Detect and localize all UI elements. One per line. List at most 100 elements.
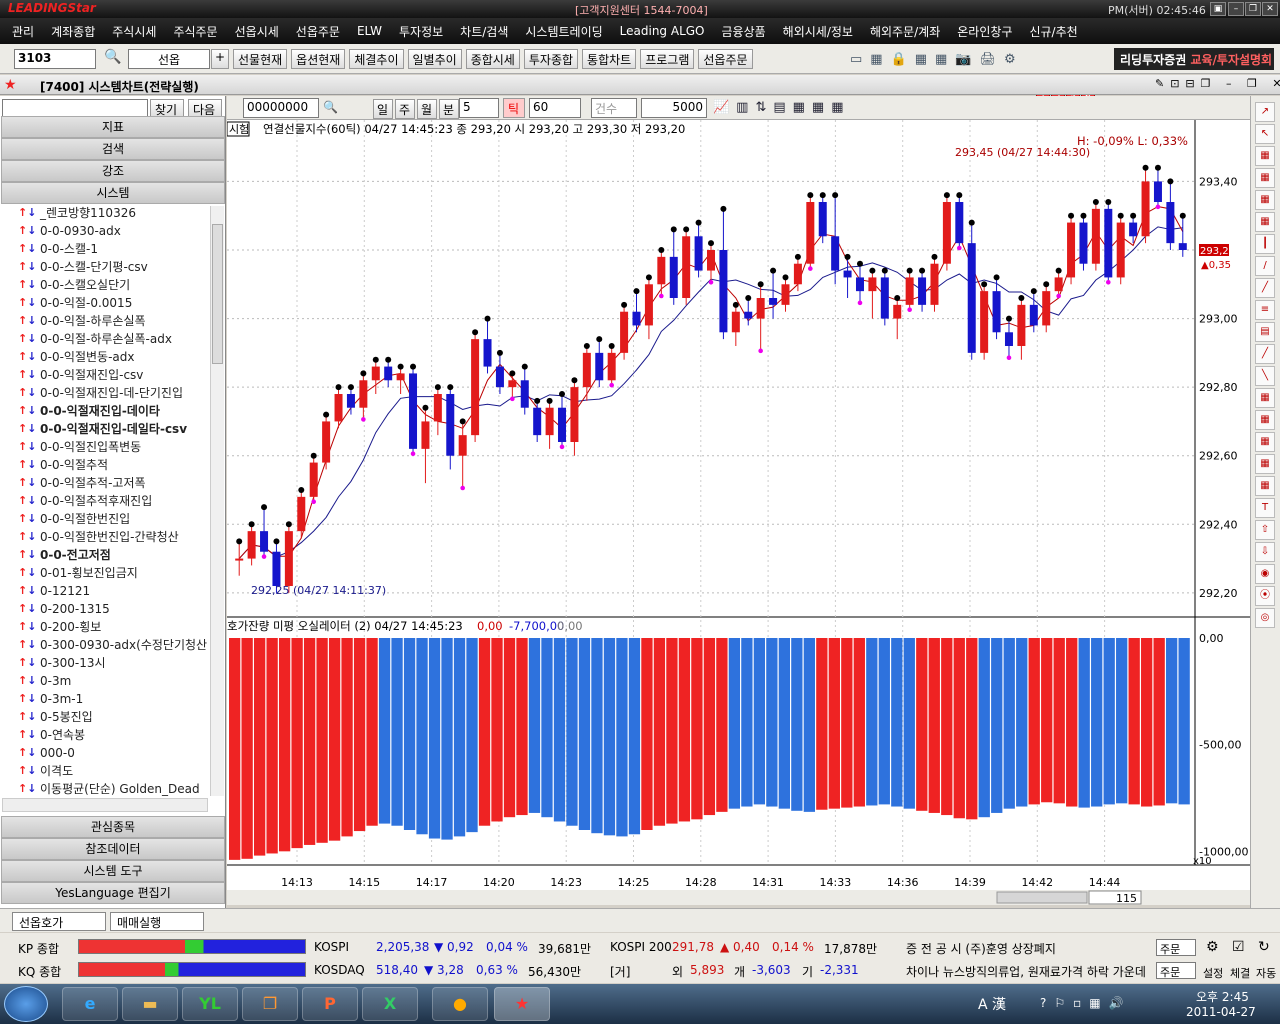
app-icon[interactable]: ● bbox=[432, 987, 488, 1021]
menu-item-1[interactable]: 계좌종합 bbox=[51, 23, 95, 40]
draw-tool-icon[interactable]: ▤ bbox=[1255, 322, 1275, 342]
list-item[interactable]: ↑↓ 0-0-익절추적후재진입 bbox=[0, 492, 210, 510]
draw-tool-icon[interactable]: ┃ bbox=[1255, 234, 1275, 254]
menu-item-13[interactable]: 해외주문/계좌 bbox=[870, 23, 940, 40]
menu-item-0[interactable]: 관리 bbox=[12, 23, 34, 40]
list-item[interactable]: ↑↓ 0-0-익절-0.0015 bbox=[0, 294, 210, 312]
list-item[interactable]: ↑↓ 0-3m-1 bbox=[0, 690, 210, 708]
left-tab-0[interactable]: 지표 bbox=[1, 116, 225, 138]
menu-item-5[interactable]: 선옵주문 bbox=[296, 23, 340, 40]
list-item[interactable]: ↑↓ 0-0-익절한번진입-간략청산 bbox=[0, 528, 210, 546]
period-tab-2[interactable]: 월 bbox=[417, 99, 437, 119]
tray-icons[interactable]: ?⚐▫▦🔊 bbox=[1040, 996, 1132, 1010]
ime-indicator[interactable]: A 漢 bbox=[978, 994, 1006, 1014]
search-icon[interactable]: 🔍 bbox=[104, 49, 121, 65]
news-order-select-2[interactable]: 주문 bbox=[1156, 962, 1196, 979]
powerpoint-icon[interactable]: P bbox=[302, 987, 358, 1021]
list-item[interactable]: ↑↓ 0-3m bbox=[0, 672, 210, 690]
list-item[interactable]: ↑↓ 0-200-1315 bbox=[0, 600, 210, 618]
left-tab-1[interactable]: 검색 bbox=[1, 138, 225, 160]
list-item[interactable]: ↑↓ 0-0-익절재진입-데일타-csv bbox=[0, 420, 210, 438]
draw-tool-icon[interactable]: / bbox=[1255, 256, 1275, 276]
left-tab-2[interactable]: 강조 bbox=[1, 160, 225, 182]
chart-tool-icons[interactable]: 📈▥⇅▤▦▦▦ bbox=[713, 100, 851, 115]
restore-icon[interactable]: ❐ bbox=[1245, 2, 1261, 16]
draw-tool-icon[interactable]: T bbox=[1255, 498, 1275, 518]
list-item[interactable]: ↑↓ 0-0-스캘오실단기 bbox=[0, 276, 210, 294]
list-item[interactable]: ↑↓ 0-0-익절진입폭변동 bbox=[0, 438, 210, 456]
menu-item-15[interactable]: 신규/추천 bbox=[1029, 23, 1077, 40]
code-input[interactable]: 3103 bbox=[14, 49, 96, 69]
list-item[interactable]: ↑↓ 0-0-익절추적-고저폭 bbox=[0, 474, 210, 492]
menu-item-3[interactable]: 주식주문 bbox=[173, 23, 217, 40]
list-item[interactable]: ↑↓ 0-0-스캘-단기평-csv bbox=[0, 258, 210, 276]
menu-item-10[interactable]: Leading ALGO bbox=[620, 24, 705, 38]
draw-tool-icon[interactable]: ▦ bbox=[1255, 454, 1275, 474]
refresh-icon[interactable]: ↻ bbox=[1258, 939, 1270, 955]
menu-item-12[interactable]: 해외시세/정보 bbox=[783, 23, 853, 40]
list-item[interactable]: ↑↓ 000-0 bbox=[0, 744, 210, 762]
list-item[interactable]: ↑↓ 이격도 bbox=[0, 762, 210, 780]
list-item[interactable]: ↑↓ _렌코방향110326 bbox=[0, 204, 210, 222]
list-item[interactable]: ↑↓ 0-0-전고저점 bbox=[0, 546, 210, 564]
list-item[interactable]: ↑↓ 0-0-익절-하루손실폭-adx bbox=[0, 330, 210, 348]
draw-tool-icon[interactable]: ◉ bbox=[1255, 564, 1275, 584]
fill-label[interactable]: 체결 bbox=[1230, 965, 1250, 981]
left-bottom-tab-2[interactable]: 시스템 도구 bbox=[1, 860, 225, 882]
draw-tool-icon[interactable]: ╱ bbox=[1255, 344, 1275, 364]
scroll-thumb[interactable] bbox=[996, 891, 1088, 904]
list-item[interactable]: ↑↓ 0-300-13시 bbox=[0, 654, 210, 672]
toolbar-button-5[interactable]: 투자종합 bbox=[523, 49, 579, 69]
list-item[interactable]: ↑↓ 0-0-익절재진입-데-단기진입 bbox=[0, 384, 210, 402]
toolbar-button-2[interactable]: 체결추이 bbox=[349, 49, 404, 69]
toolbar-button-3[interactable]: 일별추이 bbox=[407, 49, 462, 69]
menu-item-14[interactable]: 온라인창구 bbox=[957, 23, 1012, 40]
draw-tool-icon[interactable]: ▦ bbox=[1255, 432, 1275, 452]
menu-item-7[interactable]: 투자정보 bbox=[399, 23, 443, 40]
list-item[interactable]: ↑↓ 0-0-0930-adx bbox=[0, 222, 210, 240]
draw-tool-icon[interactable]: ↗ bbox=[1255, 102, 1275, 122]
draw-tool-icon[interactable]: ▦ bbox=[1255, 168, 1275, 188]
list-item[interactable]: ↑↓ 0-0-익절한번진입 bbox=[0, 510, 210, 528]
list-item[interactable]: ↑↓ 0-0-익절재진입-csv bbox=[0, 366, 210, 384]
close-icon[interactable]: ✕ bbox=[1262, 2, 1278, 16]
draw-tool-icon[interactable]: ⇧ bbox=[1255, 520, 1275, 540]
yl-icon[interactable]: YL bbox=[182, 987, 238, 1021]
count-input[interactable]: 5000 bbox=[641, 98, 707, 118]
folder-icon[interactable]: ▬ bbox=[122, 987, 178, 1021]
draw-tool-icon[interactable]: ⇩ bbox=[1255, 542, 1275, 562]
toolbar-button-8[interactable]: 선옵주문 bbox=[698, 49, 753, 69]
search-icon-chart[interactable]: 🔍 bbox=[323, 100, 338, 114]
list-item[interactable]: ↑↓ 0-5봉진입 bbox=[0, 708, 210, 726]
draw-tool-icon[interactable]: ▦ bbox=[1255, 146, 1275, 166]
menu-item-11[interactable]: 금융상품 bbox=[722, 23, 766, 40]
toolbar-button-7[interactable]: 프로그램 bbox=[640, 49, 695, 69]
list-item[interactable]: ↑↓ 0-300-0930-adx(수정단기청산 bbox=[0, 636, 210, 654]
list-item[interactable]: ↑↓ 0-0-스캘-1 bbox=[0, 240, 210, 258]
minimize-icon[interactable]: – bbox=[1228, 2, 1244, 16]
menu-item-2[interactable]: 주식시세 bbox=[112, 23, 156, 40]
tool-icons[interactable]: ▭▦🔒▦▦📷🖨⚙ bbox=[850, 52, 1030, 68]
chart-code-select[interactable]: 00000000 bbox=[243, 98, 319, 118]
period-tab-3[interactable]: 분 bbox=[439, 99, 459, 119]
leading-star-icon[interactable]: ★ bbox=[494, 987, 550, 1021]
settings-label[interactable]: 설정 bbox=[1203, 965, 1223, 981]
draw-tool-icon[interactable]: ⦿ bbox=[1255, 586, 1275, 606]
draw-tool-icon[interactable]: ↖ bbox=[1255, 124, 1275, 144]
period-tab-1[interactable]: 주 bbox=[395, 99, 415, 119]
list-item[interactable]: ↑↓ 0-연속봉 bbox=[0, 726, 210, 744]
list-item[interactable]: ↑↓ 0-0-익절추적 bbox=[0, 456, 210, 474]
draw-tool-icon[interactable]: ╱ bbox=[1255, 278, 1275, 298]
list-item[interactable]: ↑↓ 0-01-횡보진입금지 bbox=[0, 564, 210, 582]
gear-icon[interactable]: ⚙ bbox=[1206, 939, 1219, 955]
news-line-1[interactable]: 증 전 공 시 (주)훈영 상장폐지 bbox=[906, 940, 1152, 957]
market-select[interactable]: 선옵 bbox=[128, 49, 210, 69]
check-icon[interactable]: ☑ bbox=[1232, 939, 1245, 955]
auto-label[interactable]: 자동 bbox=[1256, 965, 1276, 981]
list-item[interactable]: ↑↓ 이동평균(단순) Golden_Dead bbox=[0, 780, 210, 796]
toolbar-button-6[interactable]: 통합차트 bbox=[582, 49, 637, 69]
list-item[interactable]: ↑↓ 0-0-익절-하루손실폭 bbox=[0, 312, 210, 330]
left-bottom-tab-3[interactable]: YesLanguage 편집기 bbox=[1, 882, 225, 904]
window-controls[interactable]: ✎⊡⊟❐ – ❐ ✕ bbox=[1155, 77, 1280, 90]
list-hscrollbar[interactable] bbox=[2, 798, 208, 812]
